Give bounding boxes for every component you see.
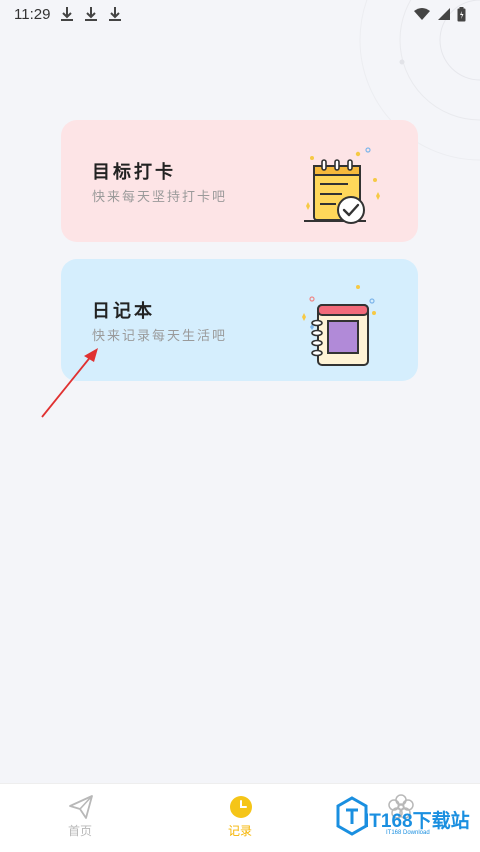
goal-checkin-card[interactable]: 目标打卡 快来每天坚持打卡吧 — [61, 120, 418, 242]
status-time: 11:29 — [14, 5, 51, 23]
watermark-text: IT168下载站 — [364, 811, 470, 832]
tab-label: 记录 — [227, 824, 252, 838]
card-title: 日记本 — [92, 301, 155, 322]
diary-card[interactable]: 日记本 快来记录每天生活吧 — [61, 259, 418, 381]
card-subtitle: 快来记录每天生活吧 — [92, 329, 228, 344]
download-icon — [109, 7, 122, 21]
signal-icon — [438, 8, 450, 20]
paper-plane-icon — [69, 795, 93, 819]
status-bar: 11:29 — [0, 0, 480, 28]
download-icon — [61, 7, 74, 21]
watermark: IT168下载站 IT168 Download — [336, 790, 480, 852]
download-icon — [85, 7, 98, 21]
battery-icon — [457, 6, 466, 21]
diary-book-icon — [302, 285, 376, 366]
tab-home[interactable]: 首页 — [40, 784, 120, 852]
status-left: 11:29 — [14, 6, 122, 23]
notepad-check-icon — [304, 147, 380, 224]
wifi-icon — [414, 8, 430, 20]
card-subtitle: 快来每天坚持打卡吧 — [92, 190, 228, 205]
watermark-subtext: IT168 Download — [386, 830, 430, 836]
status-right — [413, 6, 466, 22]
clock-icon — [230, 796, 252, 818]
card-title: 目标打卡 — [92, 162, 176, 183]
tab-label: 首页 — [67, 824, 92, 838]
tab-record[interactable]: 记录 — [200, 784, 280, 852]
